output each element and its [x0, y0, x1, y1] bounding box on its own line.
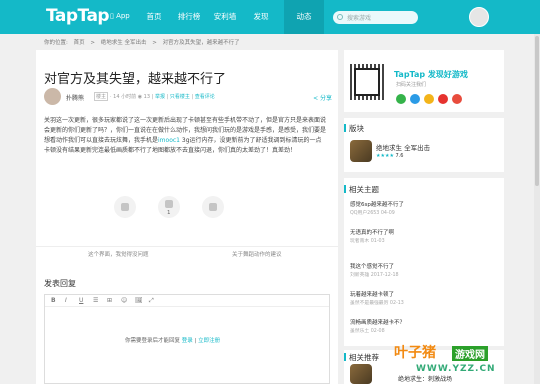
rating-score: 7.6	[395, 153, 404, 159]
nav-discover[interactable]: 发现	[244, 0, 278, 34]
search-icon	[337, 14, 343, 20]
related-recommend-title: 相关推荐	[344, 353, 379, 362]
thumb-up-icon	[165, 200, 173, 208]
comment-button[interactable]	[202, 196, 224, 218]
register-link[interactable]: 立即注册	[198, 338, 220, 344]
topic-meta: QQ用户2653 04-09	[350, 211, 395, 216]
author-name[interactable]: 扑腾熊	[66, 93, 84, 102]
nav-home[interactable]: 首页	[138, 0, 170, 34]
taptap-logo[interactable]: TapTap	[46, 6, 110, 26]
qzone-icon[interactable]	[424, 94, 434, 104]
related-topics-title: 相关主题	[344, 185, 379, 194]
topic-meta: 虽然乐土 02-08	[350, 329, 385, 334]
like-button[interactable]: 1	[158, 196, 180, 218]
post-actions: 1	[36, 196, 338, 226]
dislike-button[interactable]	[114, 196, 136, 218]
post-highlight: imooc1	[158, 137, 180, 144]
topic-title[interactable]: 流畅画质越来越卡不？	[350, 318, 405, 326]
topic-meta: 虽然不是最强最厉 02-13	[350, 301, 404, 306]
topic-title[interactable]: 感觉6sp越来越不行了	[350, 200, 404, 208]
rec-game-icon[interactable]	[350, 364, 372, 384]
breadcrumb-current: 对官方及其失望，越来越不行了	[162, 40, 240, 46]
post-body: 关羽这一次更新，很多玩家都说了这一次更新后出现了卡顿甚至有些手机带不动了，但是官…	[44, 116, 326, 156]
brand-slogan: TapTap 发现好游戏	[394, 70, 468, 79]
heart-icon	[121, 203, 129, 211]
table-button[interactable]: ⊞	[107, 297, 112, 304]
scrollbar-thumb[interactable]	[535, 36, 539, 186]
breadcrumb-home[interactable]: 首页	[74, 40, 85, 46]
topic-title[interactable]: 玩着越来越卡顿了	[350, 290, 394, 298]
login-text: 你需要登录后才能回复	[125, 338, 181, 344]
nav-rankings[interactable]: 排行榜	[172, 0, 206, 34]
site-watermark: 叶子猪 游戏网 WWW.YZZ.CN	[376, 342, 536, 384]
post-title: 对官方及其失望，越来越不行了	[44, 72, 227, 87]
fullscreen-button[interactable]: ⤢	[149, 297, 154, 305]
topic-title[interactable]: 我这个感觉不行了	[350, 262, 394, 270]
image-button[interactable]: 🖼	[135, 297, 143, 304]
prev-post-link[interactable]: 这个界面，我觉得没问题	[88, 250, 149, 258]
bold-button[interactable]: B	[51, 297, 56, 304]
rating-stars: ★★★★	[376, 153, 396, 159]
game-rating: ★★★★ 7.6	[376, 153, 403, 159]
author-avatar[interactable]	[44, 88, 61, 105]
view-comments-link[interactable]: 查看评论	[195, 94, 215, 100]
login-prompt: 你需要登录后才能回复 登录 | 立即注册	[125, 336, 220, 344]
game-name[interactable]: 绝地求生 全军出击	[376, 142, 430, 152]
topic-meta: 玩者南木 01-03	[350, 239, 385, 244]
watermark-url: WWW.YZZ.CN	[416, 364, 496, 374]
editor-toolbar: B I U ☰ ⊞ ☺ 🖼 ⤢	[45, 295, 329, 307]
top-navbar: TapTap ▯ App 首页 排行榜 安利墙 发现 动态 搜索游戏	[0, 0, 540, 34]
brand-subtitle: 扫码关注我们	[396, 82, 427, 88]
sidebar: TapTap 发现好游戏 扫码关注我们 版块 绝地求生 全军出击 ★★★★ 7.…	[344, 50, 504, 384]
op-badge: 楼主	[94, 92, 109, 101]
breadcrumb-label: 你的位置:	[44, 40, 68, 46]
related-posts-row: 这个界面，我觉得没问题 关于舞蹈动作的建议	[36, 246, 338, 260]
breadcrumb-sep: >	[90, 40, 95, 46]
login-link[interactable]: 登录	[182, 338, 193, 344]
author-row: 扑腾熊 楼主 · 14 小时前 ◉ 13 | 举报 | 只看楼主 | 查看评论 …	[44, 88, 334, 106]
breadcrumb-game[interactable]: 绝地求生 全军出击	[101, 40, 147, 46]
qr-logo	[354, 68, 380, 96]
game-icon[interactable]	[350, 140, 372, 162]
scrollbar[interactable]	[534, 34, 540, 384]
underline-button[interactable]: U	[79, 297, 83, 304]
app-promo-card: TapTap 发现好游戏 扫码关注我们	[344, 50, 504, 112]
comment-icon	[209, 203, 217, 211]
user-avatar[interactable]	[469, 7, 489, 27]
post-meta: · 14 小时前 ◉ 13 | 举报 | 只看楼主 | 查看评论	[110, 94, 215, 100]
qq-icon[interactable]	[410, 94, 420, 104]
wechat-icon[interactable]	[396, 94, 406, 104]
search-box[interactable]: 搜索游戏	[333, 11, 418, 24]
block-card: 版块 绝地求生 全军出击 ★★★★ 7.6	[344, 118, 504, 172]
breadcrumb: 你的位置: 首页 > 绝地求生 全军出击 > 对官方及其失望，越来越不行了	[44, 38, 244, 46]
next-post-link[interactable]: 关于舞蹈动作的建议	[232, 250, 282, 258]
topic-meta: 刘新英雄 2017-12-18	[350, 273, 399, 278]
share-button[interactable]: < 分享	[313, 93, 332, 102]
post-time: · 14 小时前	[110, 94, 137, 100]
douban-icon[interactable]	[452, 94, 462, 104]
search-input[interactable]: 搜索游戏	[347, 13, 371, 22]
list-button[interactable]: ☰	[93, 297, 98, 304]
separator: |	[194, 338, 197, 344]
watermark-text: 叶子猪	[394, 345, 436, 361]
watermark-badge: 游戏网	[452, 346, 488, 361]
breadcrumb-sep: >	[152, 40, 157, 46]
report-link[interactable]: 举报	[155, 94, 165, 100]
nav-recommend-wall[interactable]: 安利墙	[208, 0, 242, 34]
block-title: 版块	[344, 124, 364, 133]
emoji-button[interactable]: ☺	[121, 297, 127, 304]
reply-editor[interactable]: B I U ☰ ⊞ ☺ 🖼 ⤢ 你需要登录后才能回复 登录 | 立即注册	[44, 294, 330, 384]
post-panel: 对官方及其失望，越来越不行了 扑腾熊 楼主 · 14 小时前 ◉ 13 | 举报…	[36, 50, 338, 384]
view-count: ◉ 13	[137, 94, 151, 100]
italic-button[interactable]: I	[65, 297, 67, 304]
reply-title: 发表回复	[44, 279, 76, 288]
nav-feed[interactable]: 动态	[284, 0, 324, 34]
topic-title[interactable]: 无语真的不行了啊	[350, 228, 394, 236]
like-count: 1	[167, 210, 171, 216]
weibo-icon[interactable]	[438, 94, 448, 104]
only-op-link[interactable]: 只看楼主	[170, 94, 190, 100]
app-link[interactable]: ▯ App	[110, 12, 130, 20]
related-topics-card: 相关主题 感觉6sp越来越不行了 QQ用户2653 04-09 无语真的不行了啊…	[344, 178, 504, 346]
